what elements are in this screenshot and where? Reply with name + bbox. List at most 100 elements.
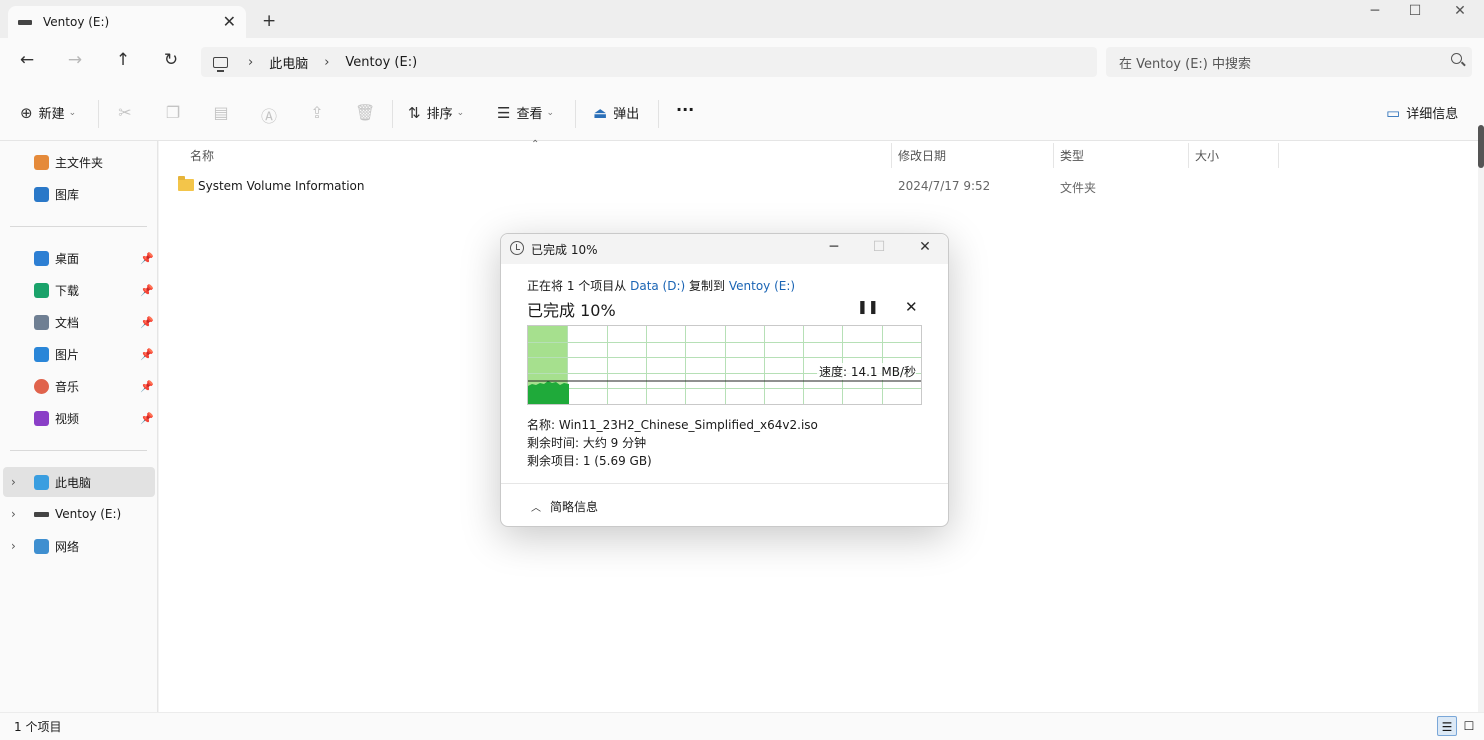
details-view-icon[interactable]: ☰ xyxy=(1437,716,1457,736)
download-icon xyxy=(34,282,49,298)
sidebar-item-gallery[interactable]: 图库 xyxy=(0,179,158,209)
chevron-right-icon[interactable]: › xyxy=(11,539,16,553)
sidebar-item-this-pc[interactable]: › 此电脑 xyxy=(3,467,155,497)
sidebar-item-label: 文档 xyxy=(55,315,80,330)
pin-icon[interactable]: 📌 xyxy=(140,380,154,393)
scrollbar-thumb[interactable] xyxy=(1478,125,1484,168)
details-pane-button[interactable]: ▭ 详细信息 xyxy=(1386,103,1458,123)
sidebar-item-desktop[interactable]: 桌面 📌 xyxy=(0,243,158,273)
transfer-speed-graph: 速度: 14.1 MB/秒 xyxy=(527,325,922,405)
column-divider[interactable] xyxy=(891,143,892,168)
sort-button[interactable]: ⇅ 排序 ⌄ xyxy=(408,103,464,123)
up-button[interactable]: ↑ xyxy=(111,50,135,70)
chevron-down-icon: ⌄ xyxy=(546,107,555,118)
file-type: 文件夹 xyxy=(1060,181,1097,195)
items-remaining-line: 剩余项目: 1 (5.69 GB) xyxy=(527,454,652,468)
chevron-right-icon[interactable]: › xyxy=(11,507,16,521)
new-label: 新建 xyxy=(38,107,65,122)
pin-icon[interactable]: 📌 xyxy=(140,252,154,265)
copy-icon[interactable]: ❐ xyxy=(163,103,183,122)
dialog-minimize-button[interactable]: ─ xyxy=(824,239,844,255)
toolbar-divider xyxy=(658,100,659,128)
pin-icon[interactable]: 📌 xyxy=(140,284,154,297)
pin-icon[interactable]: 📌 xyxy=(140,316,154,329)
sidebar-item-label: 主文件夹 xyxy=(55,155,104,170)
column-divider[interactable] xyxy=(1278,143,1279,168)
source-link[interactable]: Data (D:) xyxy=(630,279,685,293)
search-input[interactable]: 在 Ventoy (E:) 中搜索 xyxy=(1106,47,1472,77)
sidebar-item-videos[interactable]: 视频 📌 xyxy=(0,403,158,433)
breadcrumb-chevron-icon[interactable]: › xyxy=(324,55,329,70)
new-tab-button[interactable]: + xyxy=(262,11,276,31)
column-header-name[interactable]: 名称 xyxy=(190,147,214,164)
gallery-icon xyxy=(34,186,49,202)
folder-icon xyxy=(178,176,194,191)
drive-icon xyxy=(18,19,32,25)
column-header-size[interactable]: 大小 xyxy=(1195,147,1219,164)
new-button[interactable]: ⊕ 新建 ⌄ xyxy=(20,103,76,123)
sort-icon: ⇅ xyxy=(408,103,421,122)
sidebar-item-label: Ventoy (E:) xyxy=(55,507,122,521)
pin-icon[interactable]: 📌 xyxy=(140,412,154,425)
column-header-type[interactable]: 类型 xyxy=(1060,147,1084,164)
refresh-button[interactable]: ↻ xyxy=(159,50,183,70)
column-header-modified[interactable]: 修改日期 xyxy=(898,147,946,164)
desktop-icon xyxy=(34,250,49,266)
eject-button[interactable]: ⏏ 弹出 xyxy=(593,103,639,123)
destination-link[interactable]: Ventoy (E:) xyxy=(729,279,795,293)
toolbar-divider xyxy=(392,100,393,128)
dialog-close-button[interactable]: ✕ xyxy=(915,239,935,255)
sidebar-item-pictures[interactable]: 图片 📌 xyxy=(0,339,158,369)
delete-icon[interactable]: 🗑 xyxy=(355,103,375,122)
more-options-button[interactable]: ··· xyxy=(676,100,694,119)
cut-icon[interactable]: ✂ xyxy=(115,103,135,122)
pin-icon[interactable]: 📌 xyxy=(140,348,154,361)
view-label: 查看 xyxy=(516,107,543,122)
breadcrumb-chevron-icon[interactable]: › xyxy=(248,55,253,70)
sidebar-item-label: 桌面 xyxy=(55,251,80,266)
tab-ventoy[interactable]: Ventoy (E:) ✕ xyxy=(8,6,246,38)
tab-close-icon[interactable]: ✕ xyxy=(223,12,236,31)
speed-label: 速度: 14.1 MB/秒 xyxy=(816,363,916,380)
search-placeholder: 在 Ventoy (E:) 中搜索 xyxy=(1119,56,1251,72)
cancel-copy-icon[interactable]: ✕ xyxy=(905,298,918,316)
this-pc-icon xyxy=(34,474,49,490)
percent-complete: 已完成 10% xyxy=(527,301,616,320)
document-icon xyxy=(34,314,49,330)
chevron-right-icon[interactable]: › xyxy=(11,475,16,489)
back-button[interactable]: ← xyxy=(15,50,39,70)
share-icon[interactable]: ⇪ xyxy=(307,103,327,122)
address-field[interactable]: › 此电脑 › Ventoy (E:) xyxy=(201,47,1097,77)
file-name[interactable]: System Volume Information xyxy=(198,179,364,193)
rename-icon[interactable]: Ⓐ xyxy=(259,103,279,127)
sidebar-item-ventoy[interactable]: › Ventoy (E:) xyxy=(0,499,158,529)
sort-ascending-icon: ⌃ xyxy=(531,139,540,150)
sidebar-item-documents[interactable]: 文档 📌 xyxy=(0,307,158,337)
add-circle-icon: ⊕ xyxy=(20,103,33,122)
sidebar-item-music[interactable]: 音乐 📌 xyxy=(0,371,158,401)
copy-description: 正在将 1 个项目从 Data (D:) 复制到 Ventoy (E:) xyxy=(527,277,795,294)
close-window-button[interactable]: ✕ xyxy=(1437,3,1483,19)
view-button[interactable]: ☰ 查看 ⌄ xyxy=(497,103,555,123)
search-icon xyxy=(1451,53,1462,64)
sidebar-item-label: 网络 xyxy=(55,539,80,554)
file-name-line: 名称: Win11_23H2_Chinese_Simplified_x64v2.… xyxy=(527,418,818,432)
less-details-button[interactable]: ︿ 简略信息 xyxy=(531,498,598,515)
pictures-icon xyxy=(34,346,49,362)
sidebar-item-label: 音乐 xyxy=(55,379,80,394)
address-bar-row: ← → ↑ ↻ › 此电脑 › Ventoy (E:) 在 Ventoy (E:… xyxy=(0,38,1484,86)
sidebar-item-downloads[interactable]: 下载 📌 xyxy=(0,275,158,305)
sidebar-item-home[interactable]: 主文件夹 xyxy=(0,147,158,177)
breadcrumb-ventoy[interactable]: Ventoy (E:) xyxy=(345,55,417,70)
column-divider[interactable] xyxy=(1053,143,1054,168)
chevron-up-icon: ︿ xyxy=(531,503,541,514)
maximize-button[interactable]: ☐ xyxy=(1392,3,1438,19)
breadcrumb-this-pc[interactable]: 此电脑 xyxy=(269,53,308,72)
tiles-view-icon[interactable]: ☐ xyxy=(1459,716,1479,736)
sidebar-item-network[interactable]: › 网络 xyxy=(0,531,158,561)
pause-icon[interactable]: ❚❚ xyxy=(857,300,879,315)
forward-button[interactable]: → xyxy=(63,50,87,70)
paste-icon[interactable]: ▤ xyxy=(211,103,231,122)
column-divider[interactable] xyxy=(1188,143,1189,168)
item-count: 1 个项目 xyxy=(14,720,62,734)
